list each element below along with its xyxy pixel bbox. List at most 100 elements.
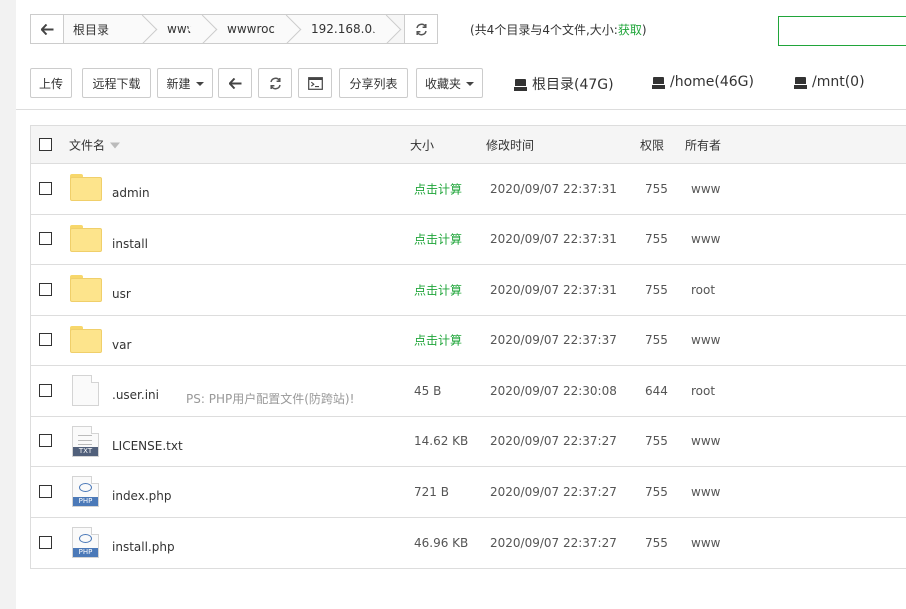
folder-icon bbox=[70, 224, 102, 253]
chevron-down-icon bbox=[466, 82, 474, 86]
breadcrumb-label: 根目录 bbox=[73, 22, 110, 37]
permission[interactable]: 755 bbox=[645, 434, 668, 448]
table-row[interactable]: TXT LICENSE.txt 14.62 KB 2020/09/07 22:37:2… bbox=[31, 416, 906, 467]
back-button[interactable] bbox=[31, 15, 64, 43]
header-size: 大小 bbox=[410, 138, 435, 152]
owner[interactable]: www bbox=[691, 434, 720, 448]
file-name[interactable]: admin bbox=[112, 186, 150, 200]
owner[interactable]: www bbox=[691, 333, 720, 347]
permission[interactable]: 644 bbox=[645, 384, 668, 398]
permission[interactable]: 755 bbox=[645, 536, 668, 550]
row-checkbox[interactable] bbox=[39, 383, 52, 397]
permission[interactable]: 755 bbox=[645, 283, 668, 297]
file-name[interactable]: .user.ini bbox=[112, 388, 159, 402]
file-name[interactable]: install.php bbox=[112, 540, 175, 554]
file-name[interactable]: index.php bbox=[112, 489, 171, 503]
disk-label: /home(46G) bbox=[670, 74, 754, 90]
calc-size-link[interactable]: 点击计算 bbox=[414, 332, 462, 349]
permission[interactable]: 755 bbox=[645, 485, 668, 499]
permission[interactable]: 755 bbox=[645, 333, 668, 347]
file-name[interactable]: LICENSE.txt bbox=[112, 439, 183, 453]
owner[interactable]: www bbox=[691, 182, 720, 196]
path-bar: 根目录 www wwwroot 192.168.0.66 bbox=[30, 14, 438, 44]
row-checkbox[interactable] bbox=[39, 181, 52, 195]
file-type-label: PHP bbox=[73, 547, 98, 557]
owner[interactable]: www bbox=[691, 485, 720, 499]
share-list-button[interactable]: 分享列表 bbox=[339, 68, 408, 98]
refresh-button[interactable] bbox=[258, 68, 292, 98]
header-owner: 所有者 bbox=[685, 138, 722, 152]
remote-download-label: 远程下载 bbox=[92, 76, 141, 91]
file-type-label: PHP bbox=[73, 497, 98, 506]
breadcrumb-root[interactable]: 根目录 bbox=[64, 15, 143, 43]
breadcrumb-label: www bbox=[167, 22, 197, 36]
parent-dir-button[interactable] bbox=[218, 68, 252, 98]
breadcrumb: 根目录 www wwwroot 192.168.0.66 bbox=[64, 15, 404, 43]
permission[interactable]: 755 bbox=[645, 232, 668, 246]
calc-size-link[interactable]: 点击计算 bbox=[414, 281, 462, 298]
table-row[interactable]: PHP install.php 46.96 KB 2020/09/07 22:37:2… bbox=[31, 517, 906, 568]
row-checkbox[interactable] bbox=[39, 282, 52, 296]
terminal-button[interactable] bbox=[298, 68, 332, 98]
owner[interactable]: root bbox=[691, 283, 715, 297]
arrow-left-icon bbox=[40, 23, 53, 35]
disk-label: 根目录(47G) bbox=[532, 77, 614, 93]
share-list-label: 分享列表 bbox=[349, 76, 398, 91]
permission[interactable]: 755 bbox=[645, 182, 668, 196]
file-name[interactable]: install bbox=[112, 237, 148, 251]
file-name[interactable]: var bbox=[112, 338, 131, 352]
new-dropdown-button[interactable]: 新建 bbox=[157, 68, 213, 98]
arrow-left-icon bbox=[228, 77, 241, 89]
upload-label: 上传 bbox=[38, 76, 63, 91]
table-body: admin 点击计算 2020/09/07 22:37:31 755 www instal… bbox=[31, 164, 906, 568]
get-size-link[interactable]: 获取 bbox=[618, 23, 642, 37]
php-file-icon: PHP bbox=[72, 526, 99, 558]
row-checkbox[interactable] bbox=[39, 434, 52, 448]
search-input[interactable] bbox=[778, 16, 906, 46]
table-row[interactable]: install 点击计算 2020/09/07 22:37:31 755 www bbox=[31, 214, 906, 265]
php-file-icon: PHP bbox=[72, 476, 99, 507]
table-row[interactable]: admin 点击计算 2020/09/07 22:37:31 755 www bbox=[31, 164, 906, 215]
row-checkbox[interactable] bbox=[39, 333, 52, 347]
disk-root[interactable]: 根目录(47G) bbox=[514, 74, 614, 94]
row-checkbox[interactable] bbox=[39, 535, 52, 549]
upload-button[interactable]: 上传 bbox=[30, 68, 72, 98]
sort-down-icon bbox=[110, 142, 121, 149]
row-checkbox[interactable] bbox=[39, 232, 52, 246]
modified-time: 2020/09/07 22:37:27 bbox=[490, 535, 617, 550]
file-size: 45 B bbox=[414, 383, 442, 398]
file-note: PS: PHP用户配置文件(防跨站)! bbox=[186, 392, 355, 406]
header-perm: 权限 bbox=[640, 138, 665, 152]
disk-label: /mnt(0) bbox=[812, 74, 865, 90]
breadcrumb-site[interactable]: 192.168.0.66 bbox=[287, 15, 391, 43]
modified-time: 2020/09/07 22:37:31 bbox=[490, 232, 617, 247]
calc-size-link[interactable]: 点击计算 bbox=[414, 231, 462, 248]
folder-icon bbox=[70, 275, 102, 303]
favorites-dropdown-button[interactable]: 收藏夹 bbox=[416, 68, 483, 98]
file-manager-panel: 根目录 www wwwroot 192.168.0.66 (共4个目录与4个文件… bbox=[16, 0, 906, 609]
file-name[interactable]: usr bbox=[112, 287, 131, 301]
owner[interactable]: root bbox=[691, 384, 715, 398]
remote-download-button[interactable]: 远程下载 bbox=[82, 68, 151, 98]
disk-home[interactable]: /home(46G) bbox=[652, 74, 754, 90]
table-row[interactable]: .user.ini PS: PHP用户配置文件(防跨站)! 45 B 2020/09/… bbox=[31, 366, 906, 417]
table-row[interactable]: PHP index.php 721 B 2020/09/07 22:37:27 755 w… bbox=[31, 467, 906, 518]
owner[interactable]: www bbox=[691, 536, 720, 550]
header-name[interactable]: 文件名 bbox=[69, 136, 121, 153]
summary-close: ) bbox=[641, 23, 647, 37]
table-row[interactable]: var 点击计算 2020/09/07 22:37:37 755 www bbox=[31, 315, 906, 366]
file-icon bbox=[72, 375, 99, 406]
select-all-checkbox[interactable] bbox=[39, 137, 52, 151]
row-checkbox[interactable] bbox=[39, 484, 52, 498]
file-size: 14.62 KB bbox=[414, 434, 469, 449]
txt-file-icon: TXT bbox=[72, 425, 99, 457]
new-label: 新建 bbox=[166, 76, 191, 91]
table-header: 文件名 大小 修改时间 权限 所有者 bbox=[31, 126, 906, 164]
calc-size-link[interactable]: 点击计算 bbox=[414, 180, 462, 197]
owner[interactable]: www bbox=[691, 232, 720, 246]
table-row[interactable]: usr 点击计算 2020/09/07 22:37:31 755 root bbox=[31, 265, 906, 316]
disk-mnt[interactable]: /mnt(0) bbox=[794, 74, 865, 90]
file-type-label: TXT bbox=[73, 446, 98, 456]
path-refresh-button[interactable] bbox=[404, 15, 437, 43]
refresh-icon bbox=[269, 77, 281, 89]
